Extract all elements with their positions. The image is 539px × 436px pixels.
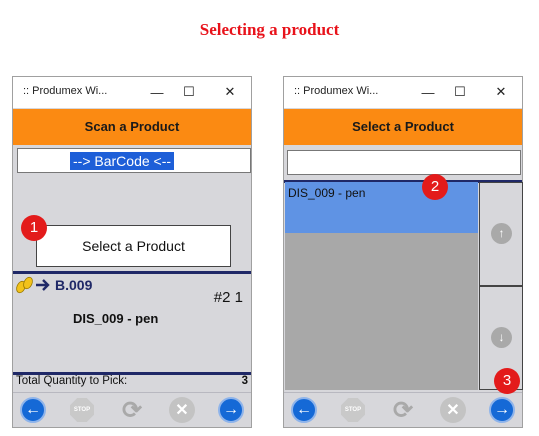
sequence-label: #2 1 bbox=[213, 289, 243, 306]
refresh-icon[interactable]: ⟳ bbox=[390, 397, 416, 424]
screen-header: Select a Product bbox=[284, 109, 522, 145]
minimize-button[interactable]: — bbox=[414, 80, 442, 104]
down-arrow-icon: ↓ bbox=[491, 327, 512, 348]
list-item[interactable]: DIS_009 - pen bbox=[285, 182, 478, 233]
barcode-value: --> BarCode <-- bbox=[70, 152, 175, 170]
scan-product-window: :: Produmex Wi... — ☐ ✕ Scan a Product -… bbox=[12, 76, 252, 428]
divider bbox=[13, 271, 251, 274]
product-label: DIS_009 - pen bbox=[73, 311, 159, 326]
location-row: B.009 bbox=[15, 276, 92, 294]
step-badge-2: 2 bbox=[422, 174, 448, 200]
maximize-button[interactable]: ☐ bbox=[446, 80, 474, 104]
window-title: :: Produmex Wi... bbox=[23, 85, 108, 97]
stop-icon[interactable]: STOP bbox=[70, 398, 94, 422]
list-item-label: DIS_009 - pen bbox=[288, 186, 366, 200]
step-badge-3: 3 bbox=[494, 368, 520, 394]
back-arrow-icon[interactable]: ← bbox=[291, 397, 317, 423]
bottom-toolbar: ← STOP ⟳ ✕ → bbox=[13, 392, 251, 427]
screen-header: Scan a Product bbox=[13, 109, 251, 145]
select-product-window: :: Produmex Wi... — ☐ ✕ Select a Product… bbox=[283, 76, 523, 428]
minimize-button[interactable]: — bbox=[143, 80, 171, 104]
footsteps-arrow-icon bbox=[16, 276, 50, 294]
next-arrow-icon[interactable]: → bbox=[489, 397, 515, 423]
cancel-icon[interactable]: ✕ bbox=[440, 397, 466, 423]
refresh-icon[interactable]: ⟳ bbox=[119, 397, 145, 424]
title-bar: :: Produmex Wi... — ☐ ✕ bbox=[13, 77, 251, 108]
cancel-icon[interactable]: ✕ bbox=[169, 397, 195, 423]
search-input[interactable] bbox=[287, 150, 521, 175]
barcode-input[interactable]: --> BarCode <-- bbox=[17, 148, 251, 173]
scroll-up-button[interactable]: ↑ bbox=[479, 182, 523, 286]
window-title: :: Produmex Wi... bbox=[294, 85, 379, 97]
select-product-button[interactable]: Select a Product bbox=[36, 225, 231, 267]
back-arrow-icon[interactable]: ← bbox=[20, 397, 46, 423]
bottom-toolbar: ← STOP ⟳ ✕ → bbox=[284, 392, 522, 427]
maximize-button[interactable]: ☐ bbox=[175, 80, 203, 104]
product-list[interactable]: DIS_009 - pen bbox=[285, 182, 478, 390]
next-arrow-icon[interactable]: → bbox=[218, 397, 244, 423]
page-title: Selecting a product bbox=[199, 20, 340, 39]
close-button[interactable]: ✕ bbox=[487, 80, 515, 104]
close-button[interactable]: ✕ bbox=[216, 80, 244, 104]
stop-icon[interactable]: STOP bbox=[341, 398, 365, 422]
location-label: B.009 bbox=[55, 277, 93, 293]
total-quantity-value: 3 bbox=[241, 375, 248, 387]
total-quantity-label: Total Quantity to Pick: bbox=[16, 375, 128, 387]
step-badge-1: 1 bbox=[21, 215, 47, 241]
title-bar: :: Produmex Wi... — ☐ ✕ bbox=[284, 77, 522, 108]
up-arrow-icon: ↑ bbox=[491, 223, 512, 244]
total-quantity-row: Total Quantity to Pick: 3 bbox=[13, 375, 251, 389]
